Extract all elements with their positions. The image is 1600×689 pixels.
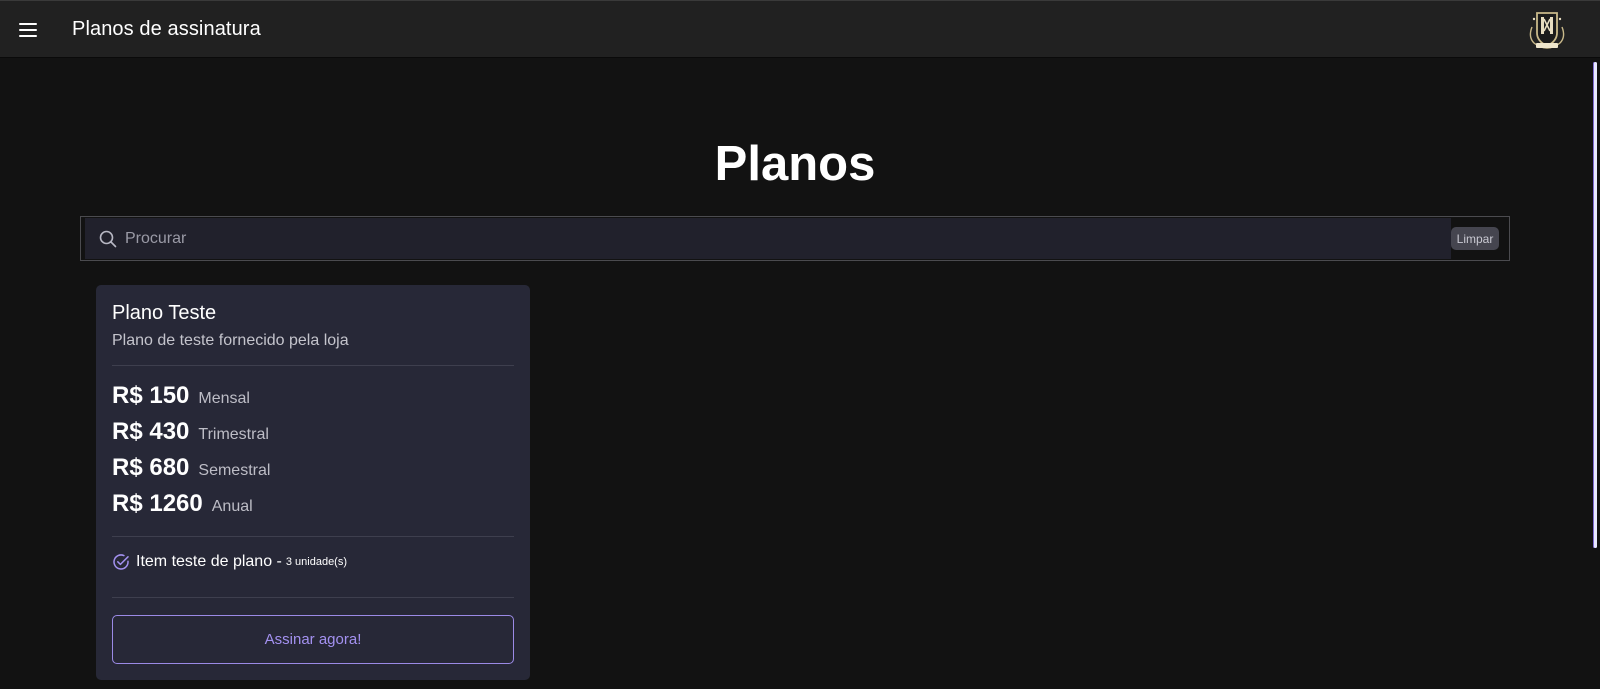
hamburger-menu-icon-line — [19, 35, 37, 37]
plan-description: Plano de teste fornecido pela loja — [112, 332, 349, 349]
check-circle-icon — [112, 553, 130, 571]
search-icon — [99, 230, 117, 248]
price-row-quarterly: R$ 430 Trimestral — [112, 418, 269, 446]
price-period: Anual — [211, 498, 253, 515]
search-input[interactable] — [125, 218, 1425, 259]
search-field — [85, 218, 1451, 259]
plan-title: Plano Teste — [112, 302, 217, 324]
price-row-monthly: R$ 150 Mensal — [112, 382, 250, 410]
clear-search-button[interactable]: Limpar — [1451, 227, 1499, 250]
search-bar: Limpar — [80, 216, 1510, 261]
divider — [112, 597, 514, 598]
price-amount: R$ 430 — [112, 418, 190, 445]
app-bar-title: Planos de assinatura — [72, 18, 261, 40]
price-amount: R$ 150 — [112, 382, 190, 409]
price-row-annual: R$ 1260 Anual — [112, 490, 253, 518]
club-crest-logo-icon[interactable] — [1524, 7, 1570, 53]
hamburger-menu-icon-line — [19, 29, 37, 31]
page-title: Planos — [714, 137, 876, 191]
page-scrollbar[interactable] — [1594, 62, 1597, 548]
hamburger-menu-icon — [19, 23, 37, 25]
price-period: Semestral — [198, 462, 271, 479]
plan-feature-item: Item teste de plano - 3 unidade(s) — [112, 553, 347, 571]
price-period: Mensal — [198, 390, 250, 407]
feature-text: Item teste de plano - — [136, 553, 282, 570]
menu-button[interactable] — [14, 17, 42, 43]
divider — [112, 365, 514, 366]
price-amount: R$ 680 — [112, 454, 190, 481]
divider — [112, 536, 514, 537]
price-amount: R$ 1260 — [112, 490, 203, 517]
price-period: Trimestral — [198, 426, 269, 443]
price-row-semiannual: R$ 680 Semestral — [112, 454, 270, 482]
subscribe-button[interactable]: Assinar agora! — [112, 615, 514, 664]
app-bar: Planos de assinatura — [0, 0, 1600, 58]
plan-card: Plano Teste Plano de teste fornecido pel… — [96, 285, 530, 680]
feature-quantity: 3 unidade(s) — [285, 556, 348, 568]
